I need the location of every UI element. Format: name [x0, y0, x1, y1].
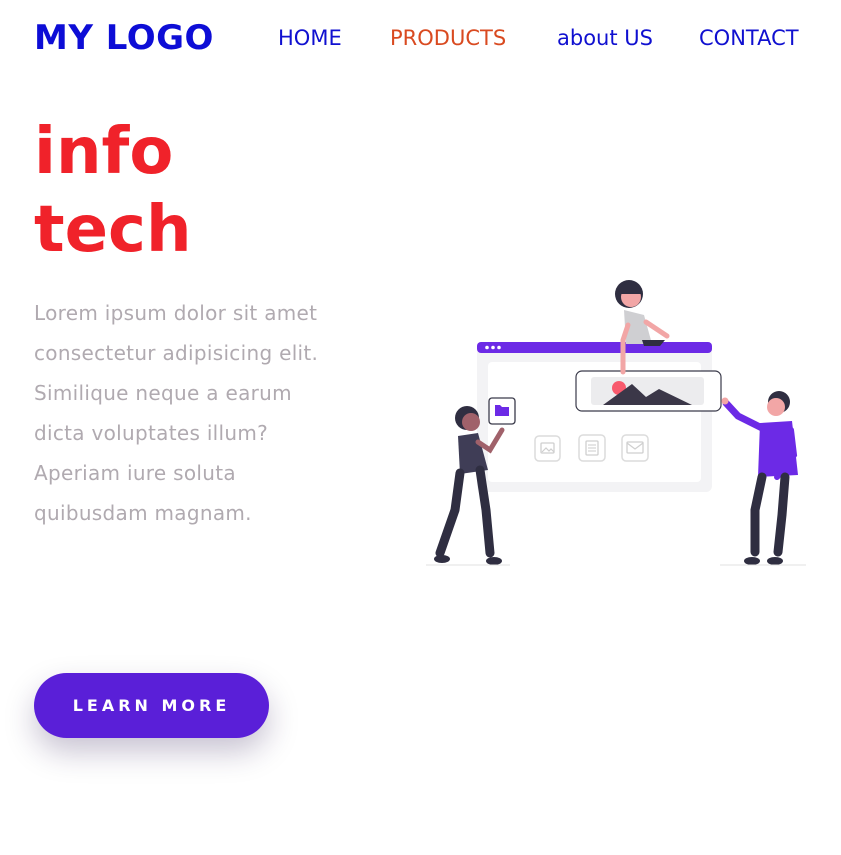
logo[interactable]: MY LOGO	[34, 16, 214, 60]
nav-contact[interactable]: CONTACT	[699, 24, 799, 52]
picture-icon	[575, 370, 722, 412]
hero-title-line-2: tech	[34, 193, 192, 267]
hero-title: info tech	[34, 113, 192, 269]
mail-icon	[621, 434, 649, 462]
learn-more-button[interactable]: LEARN MORE	[34, 673, 269, 738]
hero-illustration	[426, 280, 806, 566]
nav-home[interactable]: HOME	[278, 24, 342, 52]
nav-products[interactable]: PRODUCTS	[390, 24, 506, 52]
document-icon	[578, 434, 606, 462]
person-right-illustration	[720, 391, 806, 566]
image-icon	[534, 435, 561, 462]
nav-about[interactable]: about US	[557, 24, 653, 52]
hero-title-line-1: info	[34, 115, 174, 189]
hero-description: Lorem ipsum dolor sit amet consectetur a…	[34, 301, 319, 525]
